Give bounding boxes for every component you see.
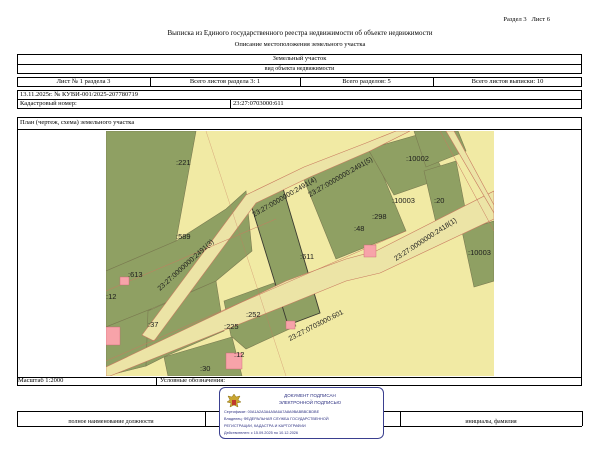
parcel-label: :10003 xyxy=(392,196,415,205)
parcel-label: :225 xyxy=(224,322,239,331)
parcel-label: :613 xyxy=(128,270,143,279)
cadastral-number: 23:27:0703000:611 xyxy=(233,100,284,107)
parcel-label: :37 xyxy=(148,320,158,329)
stamp-certificate: Сертификат: 00А1А2А3А4А5А6А7А8А9ВАВВВСВD… xyxy=(224,410,320,414)
building-12 xyxy=(106,326,121,346)
object-type: Земельный участок xyxy=(272,55,327,62)
parcel-label: :298 xyxy=(372,212,387,221)
stamp-owner-1: Владелец: ФЕДЕРАЛЬНАЯ СЛУЖБА ГОСУДАРСТВЕ… xyxy=(224,417,329,421)
document-subtitle: Описание местоположения земельного участ… xyxy=(234,41,366,48)
sections-total: Всего разделов: 5 xyxy=(342,78,391,85)
stamp-owner-2: РЕГИСТРАЦИИ, КАДАСТРА И КАРТОГРАФИИ xyxy=(224,424,306,428)
object-type-caption: вид объекта недвижимости xyxy=(264,66,335,72)
parcel-label: :252 xyxy=(246,310,261,319)
position-caption: полное наименование должности xyxy=(68,419,154,425)
sheet-label: Лист 6 xyxy=(531,16,551,23)
section-number: Раздел 3 Лист 6 xyxy=(503,16,551,24)
building-48 xyxy=(363,244,377,258)
stamp-validity: Действителен: с 15.09.2025 по 10.12.2026 xyxy=(224,431,299,435)
parcel-label: :589 xyxy=(176,232,191,241)
parcel-label: :30 xyxy=(200,364,210,373)
electronic-signature-stamp: ДОКУМЕНТ ПОДПИСАН ЭЛЕКТРОННОЙ ПОДПИСЬЮ С… xyxy=(219,387,384,439)
plan-title: План (чертеж, схема) земельного участка xyxy=(20,119,135,126)
sheets-in-section: Всего листов раздела 3: 1 xyxy=(189,78,261,85)
stamp-line-2: ЭЛЕКТРОННОЙ ПОДПИСЬЮ xyxy=(278,400,342,405)
parcel-label: :48 xyxy=(354,224,364,233)
map-scale: Масштаб 1:2000 xyxy=(18,377,64,384)
parcel-label: :12 xyxy=(106,292,116,301)
parcel-label: :221 xyxy=(176,158,191,167)
sheets-total: Всего листов выписки: 10 xyxy=(471,78,544,85)
building-252 xyxy=(285,320,296,330)
parcel-label: :12 xyxy=(234,350,244,359)
parcel-label: :10003 xyxy=(468,248,491,257)
scale-legend-row xyxy=(17,377,582,386)
legend-label: Условные обозначения: xyxy=(160,377,226,384)
parcel-label: :611 xyxy=(300,252,314,261)
parcel-label: :10002 xyxy=(406,154,429,163)
stamp-line-1: ДОКУМЕНТ ПОДПИСАН xyxy=(284,393,336,398)
cadastral-number-label: Кадастровый номер: xyxy=(20,100,77,107)
extract-date-number: 13.11.2025г. № КУВИ-001/2025-207780719 xyxy=(20,91,138,98)
document-title: Выписка из Единого государственного реес… xyxy=(167,29,433,37)
cadastral-map: :221 :589 :613 :12 :37 :225 :252 :12 :30… xyxy=(106,131,494,376)
name-caption: инициалы, фамилия xyxy=(465,419,517,425)
parcel-label: :20 xyxy=(434,196,444,205)
section-label: Раздел 3 xyxy=(503,16,527,23)
sheet-number: Лист № 1 раздела 3 xyxy=(56,78,111,85)
